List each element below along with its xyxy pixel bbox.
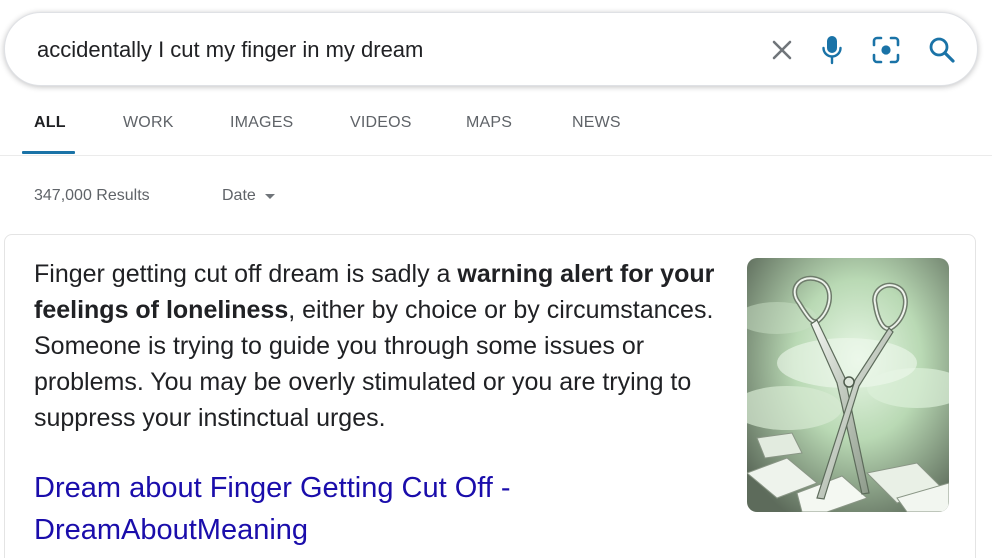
tab-work[interactable]: WORK bbox=[123, 114, 174, 132]
search-icon[interactable] bbox=[925, 33, 959, 67]
search-input[interactable] bbox=[37, 33, 737, 67]
search-tabs: ALL WORK IMAGES VIDEOS MAPS NEWS bbox=[0, 96, 992, 156]
result-title-link[interactable]: Dream about Finger Getting Cut Off - Dre… bbox=[34, 467, 634, 551]
results-count: 347,000 Results bbox=[34, 187, 150, 204]
date-filter-label: Date bbox=[222, 187, 256, 204]
scissors-illustration-icon bbox=[747, 258, 949, 512]
caret-down-icon bbox=[264, 193, 275, 199]
featured-snippet-card: Finger getting cut off dream is sadly a … bbox=[4, 234, 976, 558]
close-icon[interactable] bbox=[765, 33, 799, 67]
tab-videos[interactable]: VIDEOS bbox=[350, 114, 412, 132]
search-bar bbox=[4, 12, 978, 86]
microphone-icon[interactable] bbox=[815, 33, 849, 67]
date-filter-dropdown[interactable]: Date bbox=[222, 187, 275, 205]
result-thumbnail[interactable] bbox=[747, 258, 949, 512]
snippet-text-start: Finger getting cut off dream is sadly a bbox=[34, 260, 458, 288]
tab-all[interactable]: ALL bbox=[34, 114, 66, 132]
camera-lens-icon[interactable] bbox=[869, 33, 903, 67]
tab-news[interactable]: NEWS bbox=[572, 114, 621, 132]
featured-snippet-text: Finger getting cut off dream is sadly a … bbox=[34, 256, 744, 436]
active-tab-indicator bbox=[22, 151, 75, 154]
tab-maps[interactable]: MAPS bbox=[466, 114, 512, 132]
search-results-page: ALL WORK IMAGES VIDEOS MAPS NEWS 347,000… bbox=[0, 0, 992, 558]
tab-images[interactable]: IMAGES bbox=[230, 114, 293, 132]
